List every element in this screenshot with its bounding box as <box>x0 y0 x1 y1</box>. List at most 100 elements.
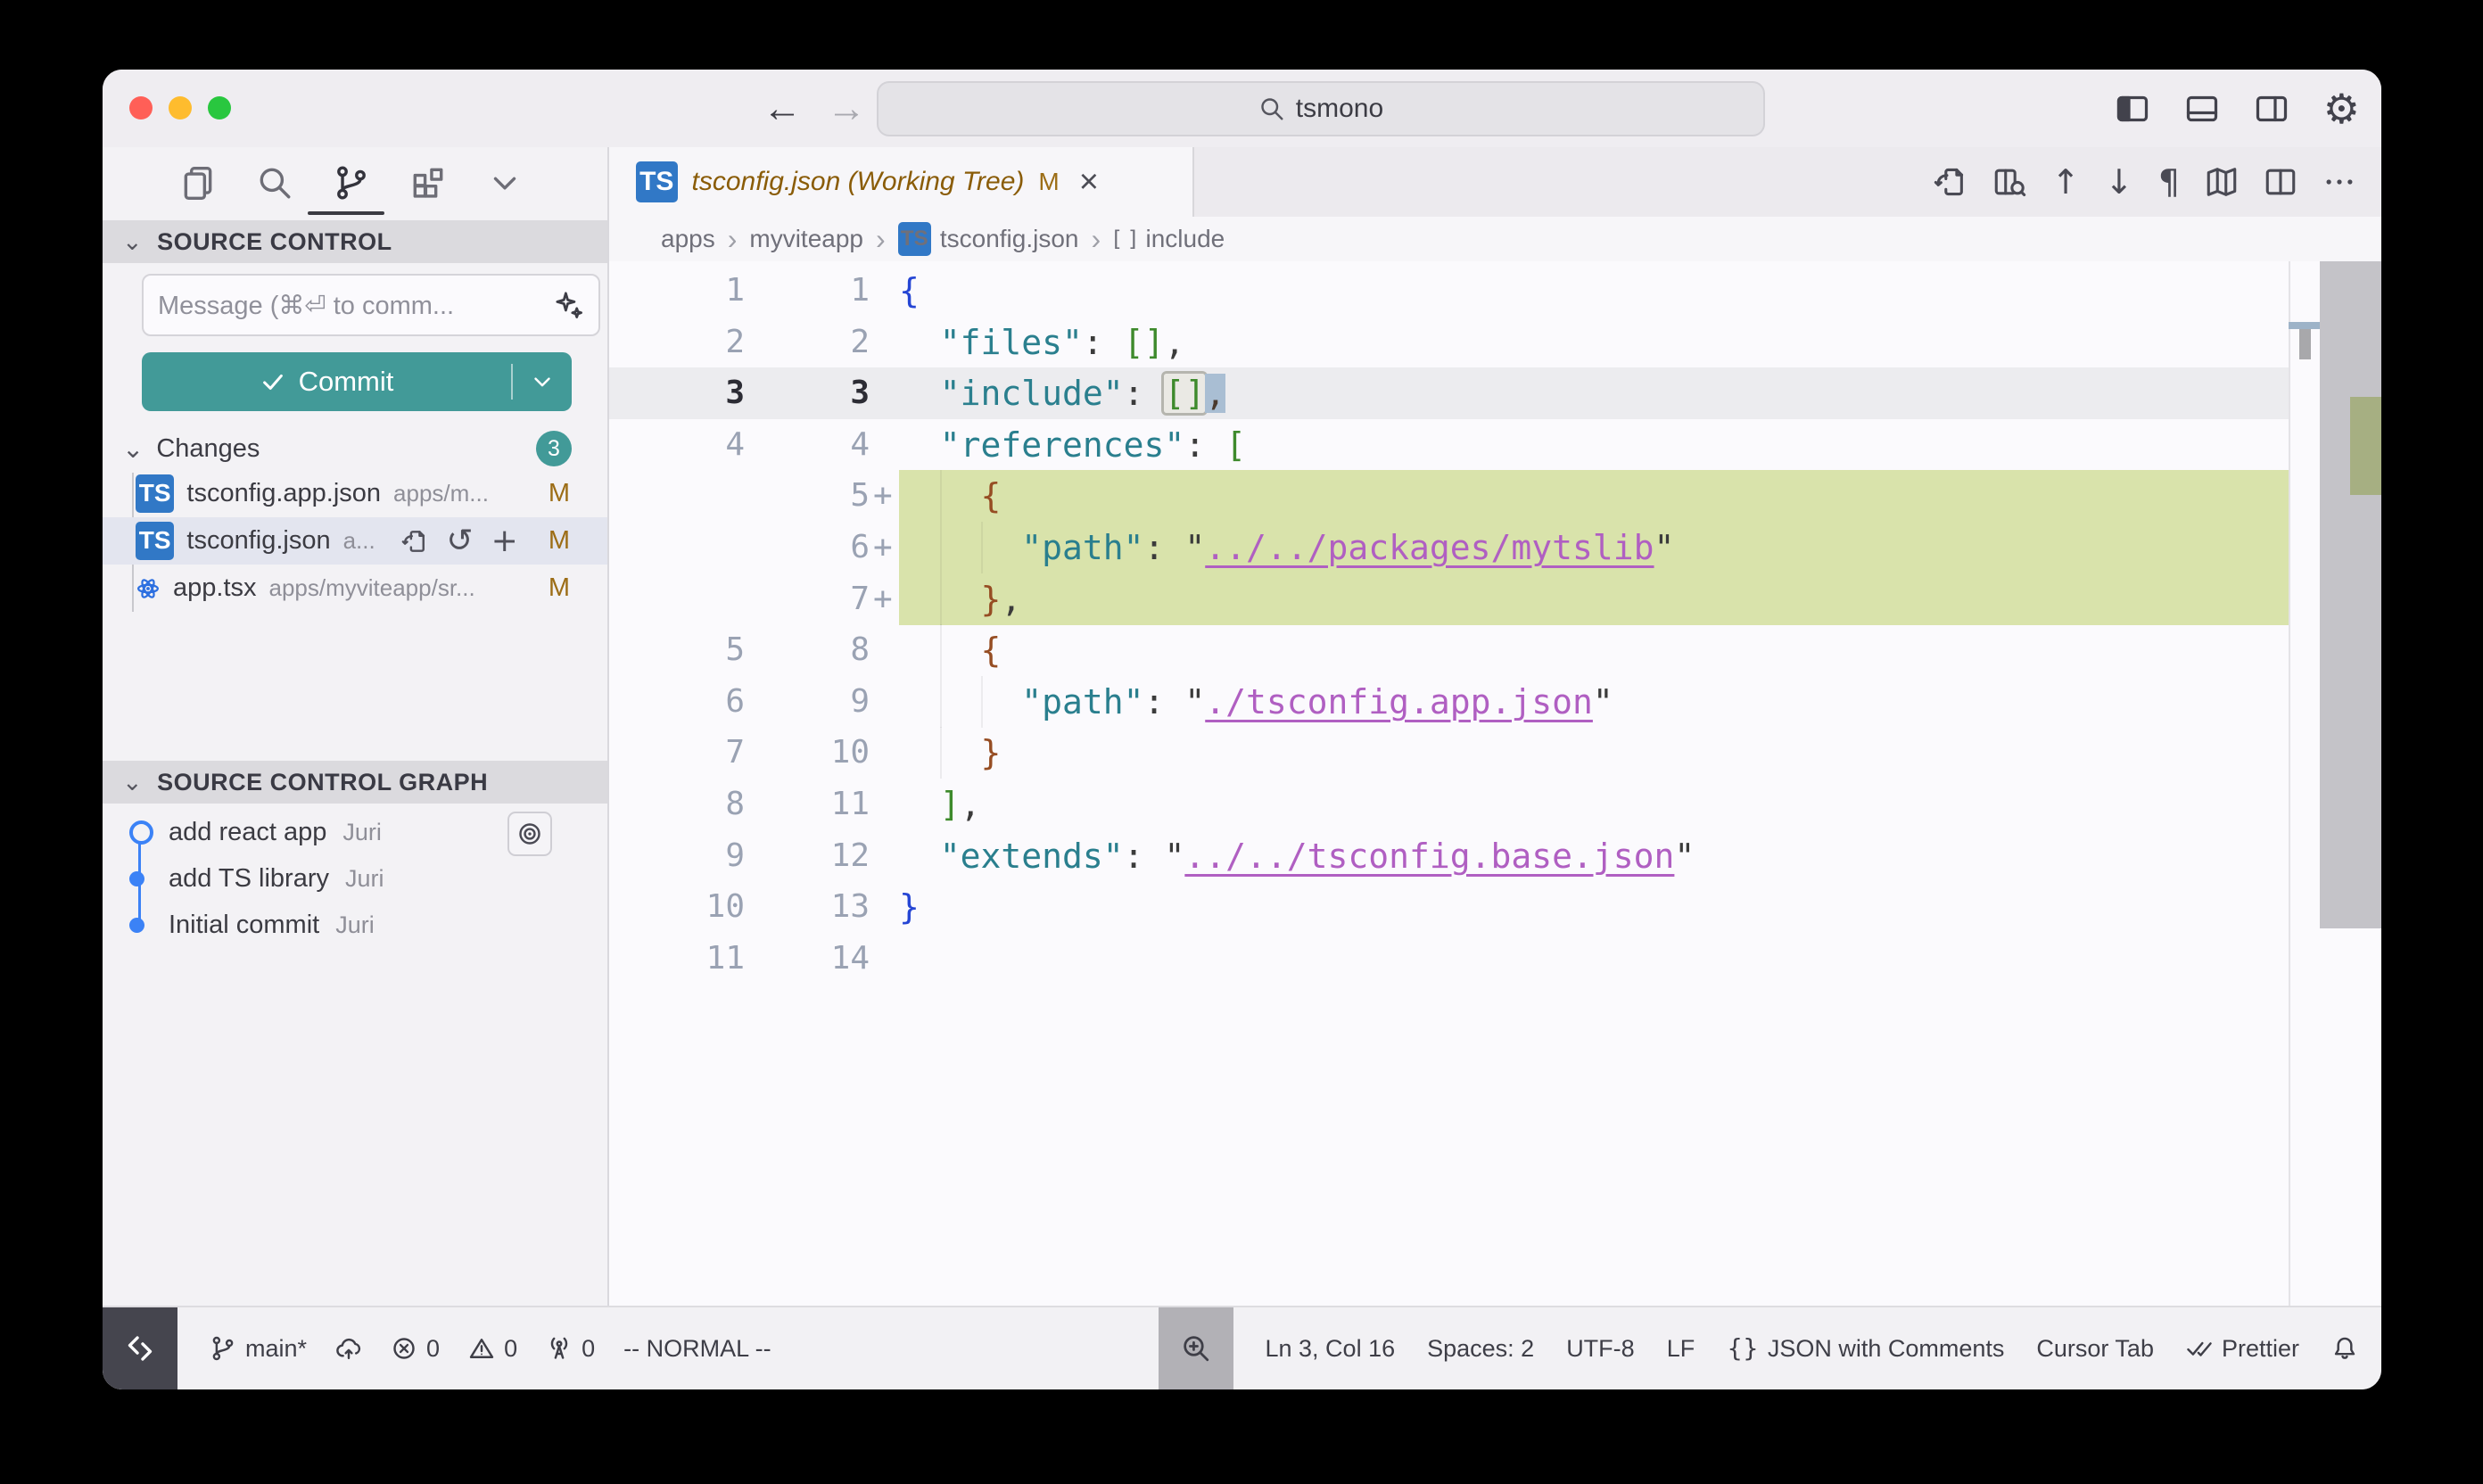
status-item-publish-changes[interactable] <box>335 1335 362 1362</box>
source-control-graph-section-header[interactable]: ⌄ SOURCE CONTROL GRAPH <box>103 761 607 804</box>
activity-bar-source-control[interactable] <box>333 164 370 202</box>
close-window-button[interactable] <box>129 96 153 120</box>
new-line-number: 3 <box>752 367 870 419</box>
code-text: ], <box>899 779 981 830</box>
file-name: tsconfig.json <box>186 526 330 556</box>
git-status-badge: M <box>549 479 570 508</box>
editor-area: TS tsconfig.json (Working Tree) M × ↑↓¶ … <box>609 147 2381 1306</box>
status-item-label: 0 <box>582 1335 595 1363</box>
status-item-encoding[interactable]: UTF-8 <box>1566 1335 1635 1363</box>
commit-message-input[interactable]: Message (⌘⏎ to comm... <box>142 274 600 336</box>
code-line-6[interactable]: 6+ "path": "../../packages/mytslib" <box>609 522 2289 573</box>
code-line-9[interactable]: 69 "path": "./tsconfig.app.json" <box>609 676 2289 728</box>
code-line-8[interactable]: 58 { <box>609 624 2289 676</box>
layout-sidebar-left-icon[interactable] <box>2115 91 2150 127</box>
activity-bar-extensions[interactable] <box>409 164 447 202</box>
added-line-plus: + <box>873 573 893 625</box>
close-icon[interactable]: × <box>1079 163 1099 202</box>
scrollbar-thumb[interactable] <box>2320 261 2381 928</box>
breadcrumb-label: apps <box>661 225 715 253</box>
status-item-cursor-position[interactable]: Ln 3, Col 16 <box>1266 1335 1396 1363</box>
check-icon <box>260 368 286 395</box>
code-line-12[interactable]: 912 "extends": "../../tsconfig.base.json… <box>609 830 2289 882</box>
activity-bar-explorer[interactable] <box>179 164 217 202</box>
vim-block-cursor: , <box>1205 374 1225 413</box>
layout-panel-icon[interactable] <box>2184 91 2220 127</box>
breadcrumb-item-include[interactable]: [ ]include <box>1113 225 1225 253</box>
prev-change-icon[interactable]: ↑ <box>2051 165 2080 199</box>
tab-tsconfig-working-tree[interactable]: TS tsconfig.json (Working Tree) M × <box>609 147 1194 217</box>
editor-scrollbar[interactable] <box>2320 261 2381 1306</box>
activity-bar-search[interactable] <box>256 164 293 202</box>
code-line-14[interactable]: 1114 <box>609 933 2289 985</box>
status-item-warning-count[interactable]: 0 <box>468 1335 517 1363</box>
status-item-label: Cursor Tab <box>2036 1335 2154 1363</box>
next-change-icon[interactable]: ↓ <box>2105 165 2133 199</box>
status-item-notifications[interactable] <box>2331 1335 2358 1362</box>
command-center-search[interactable]: tsmono <box>877 81 1765 136</box>
back-arrow-icon[interactable]: ← <box>763 70 802 147</box>
code-line-7[interactable]: 7+ }, <box>609 573 2289 625</box>
split-editor-icon[interactable] <box>2264 165 2297 199</box>
status-item-remote-indicator[interactable] <box>103 1307 177 1389</box>
code-line-1[interactable]: 11{ <box>609 265 2289 317</box>
changes-header[interactable]: ⌄ Changes 3 <box>103 428 607 469</box>
error-icon <box>391 1335 417 1362</box>
map-icon[interactable] <box>2205 165 2239 199</box>
status-item-formatter[interactable]: Prettier <box>2186 1335 2299 1363</box>
status-item-language-mode[interactable]: {}JSON with Comments <box>1727 1335 2004 1363</box>
code-line-2[interactable]: 22 "files": [], <box>609 317 2289 368</box>
activity-bar-more-views[interactable] <box>486 164 524 202</box>
status-item-eol[interactable]: LF <box>1667 1335 1695 1363</box>
pilcrow-icon[interactable]: ¶ <box>2158 165 2180 199</box>
status-item-branch-status[interactable]: main* <box>210 1335 307 1363</box>
sparkle-icon[interactable] <box>554 290 584 320</box>
status-item-indentation[interactable]: Spaces: 2 <box>1427 1335 1534 1363</box>
new-line-number: 1 <box>752 265 870 317</box>
add-icon[interactable]: + <box>491 525 518 557</box>
commit-author: Juri <box>335 911 375 939</box>
more-icon[interactable] <box>2322 165 2356 199</box>
changed-file-row-tsconfig.app.json[interactable]: TStsconfig.app.jsonapps/m...M <box>103 470 607 517</box>
minimize-window-button[interactable] <box>169 96 192 120</box>
gear-icon[interactable]: ⚙ <box>2323 88 2360 129</box>
code-line-13[interactable]: 1013} <box>609 881 2289 933</box>
code-line-3[interactable]: 33 "include": [], <box>609 367 2289 419</box>
open-changes-icon[interactable] <box>1934 165 1967 199</box>
breadcrumb-item-apps[interactable]: apps <box>661 225 715 253</box>
changes-label: Changes <box>156 434 260 464</box>
open-changes-icon[interactable] <box>401 528 428 555</box>
commit-row-3[interactable]: Initial commitJuri <box>103 902 607 948</box>
added-lines-overview-marker <box>2350 397 2381 495</box>
breadcrumb-item-myviteapp[interactable]: myviteapp <box>749 225 863 253</box>
status-item-vim-mode[interactable]: -- NORMAL -- <box>623 1335 771 1363</box>
old-line-number: 5 <box>609 624 745 676</box>
status-item-cursor-tab[interactable]: Cursor Tab <box>2036 1335 2154 1363</box>
minimap[interactable] <box>2289 261 2322 1306</box>
status-item-label: LF <box>1667 1335 1695 1363</box>
changed-file-row-app.tsx[interactable]: app.tsxapps/myviteapp/sr...M <box>103 565 607 612</box>
status-item-label: Spaces: 2 <box>1427 1335 1534 1363</box>
code-line-4[interactable]: 44 "references": [ <box>609 419 2289 471</box>
changed-file-row-tsconfig.json[interactable]: TStsconfig.jsona...↺+M <box>103 517 607 565</box>
code-line-5[interactable]: 5+ { <box>609 470 2289 522</box>
commit-dropdown-button[interactable] <box>513 368 572 395</box>
code-editor[interactable]: 11{22 "files": [],33 "include": [],44 "r… <box>609 261 2381 1306</box>
goto-current-history-item-button[interactable] <box>507 812 552 856</box>
commit-row-2[interactable]: add TS libraryJuri <box>103 855 607 902</box>
maximize-window-button[interactable] <box>208 96 231 120</box>
discard-icon[interactable]: ↺ <box>446 525 473 557</box>
code-line-11[interactable]: 811 ], <box>609 779 2289 830</box>
status-item-label: JSON with Comments <box>1768 1335 2005 1363</box>
forward-arrow-icon[interactable]: → <box>827 70 866 147</box>
source-control-section-header[interactable]: ⌄ SOURCE CONTROL <box>103 220 607 263</box>
code-text: "files": [], <box>899 317 1184 368</box>
code-line-10[interactable]: 710 } <box>609 727 2289 779</box>
layout-sidebar-right-icon[interactable] <box>2254 91 2289 127</box>
status-item-zoom-indicator[interactable] <box>1159 1307 1233 1389</box>
status-item-ports-status[interactable]: 0 <box>546 1335 595 1363</box>
commit-button[interactable]: Commit <box>142 352 572 411</box>
breadcrumb-item-tsconfig.json[interactable]: TStsconfig.json <box>898 222 1079 255</box>
status-item-error-count[interactable]: 0 <box>391 1335 440 1363</box>
inline-view-icon[interactable] <box>1992 165 2026 199</box>
